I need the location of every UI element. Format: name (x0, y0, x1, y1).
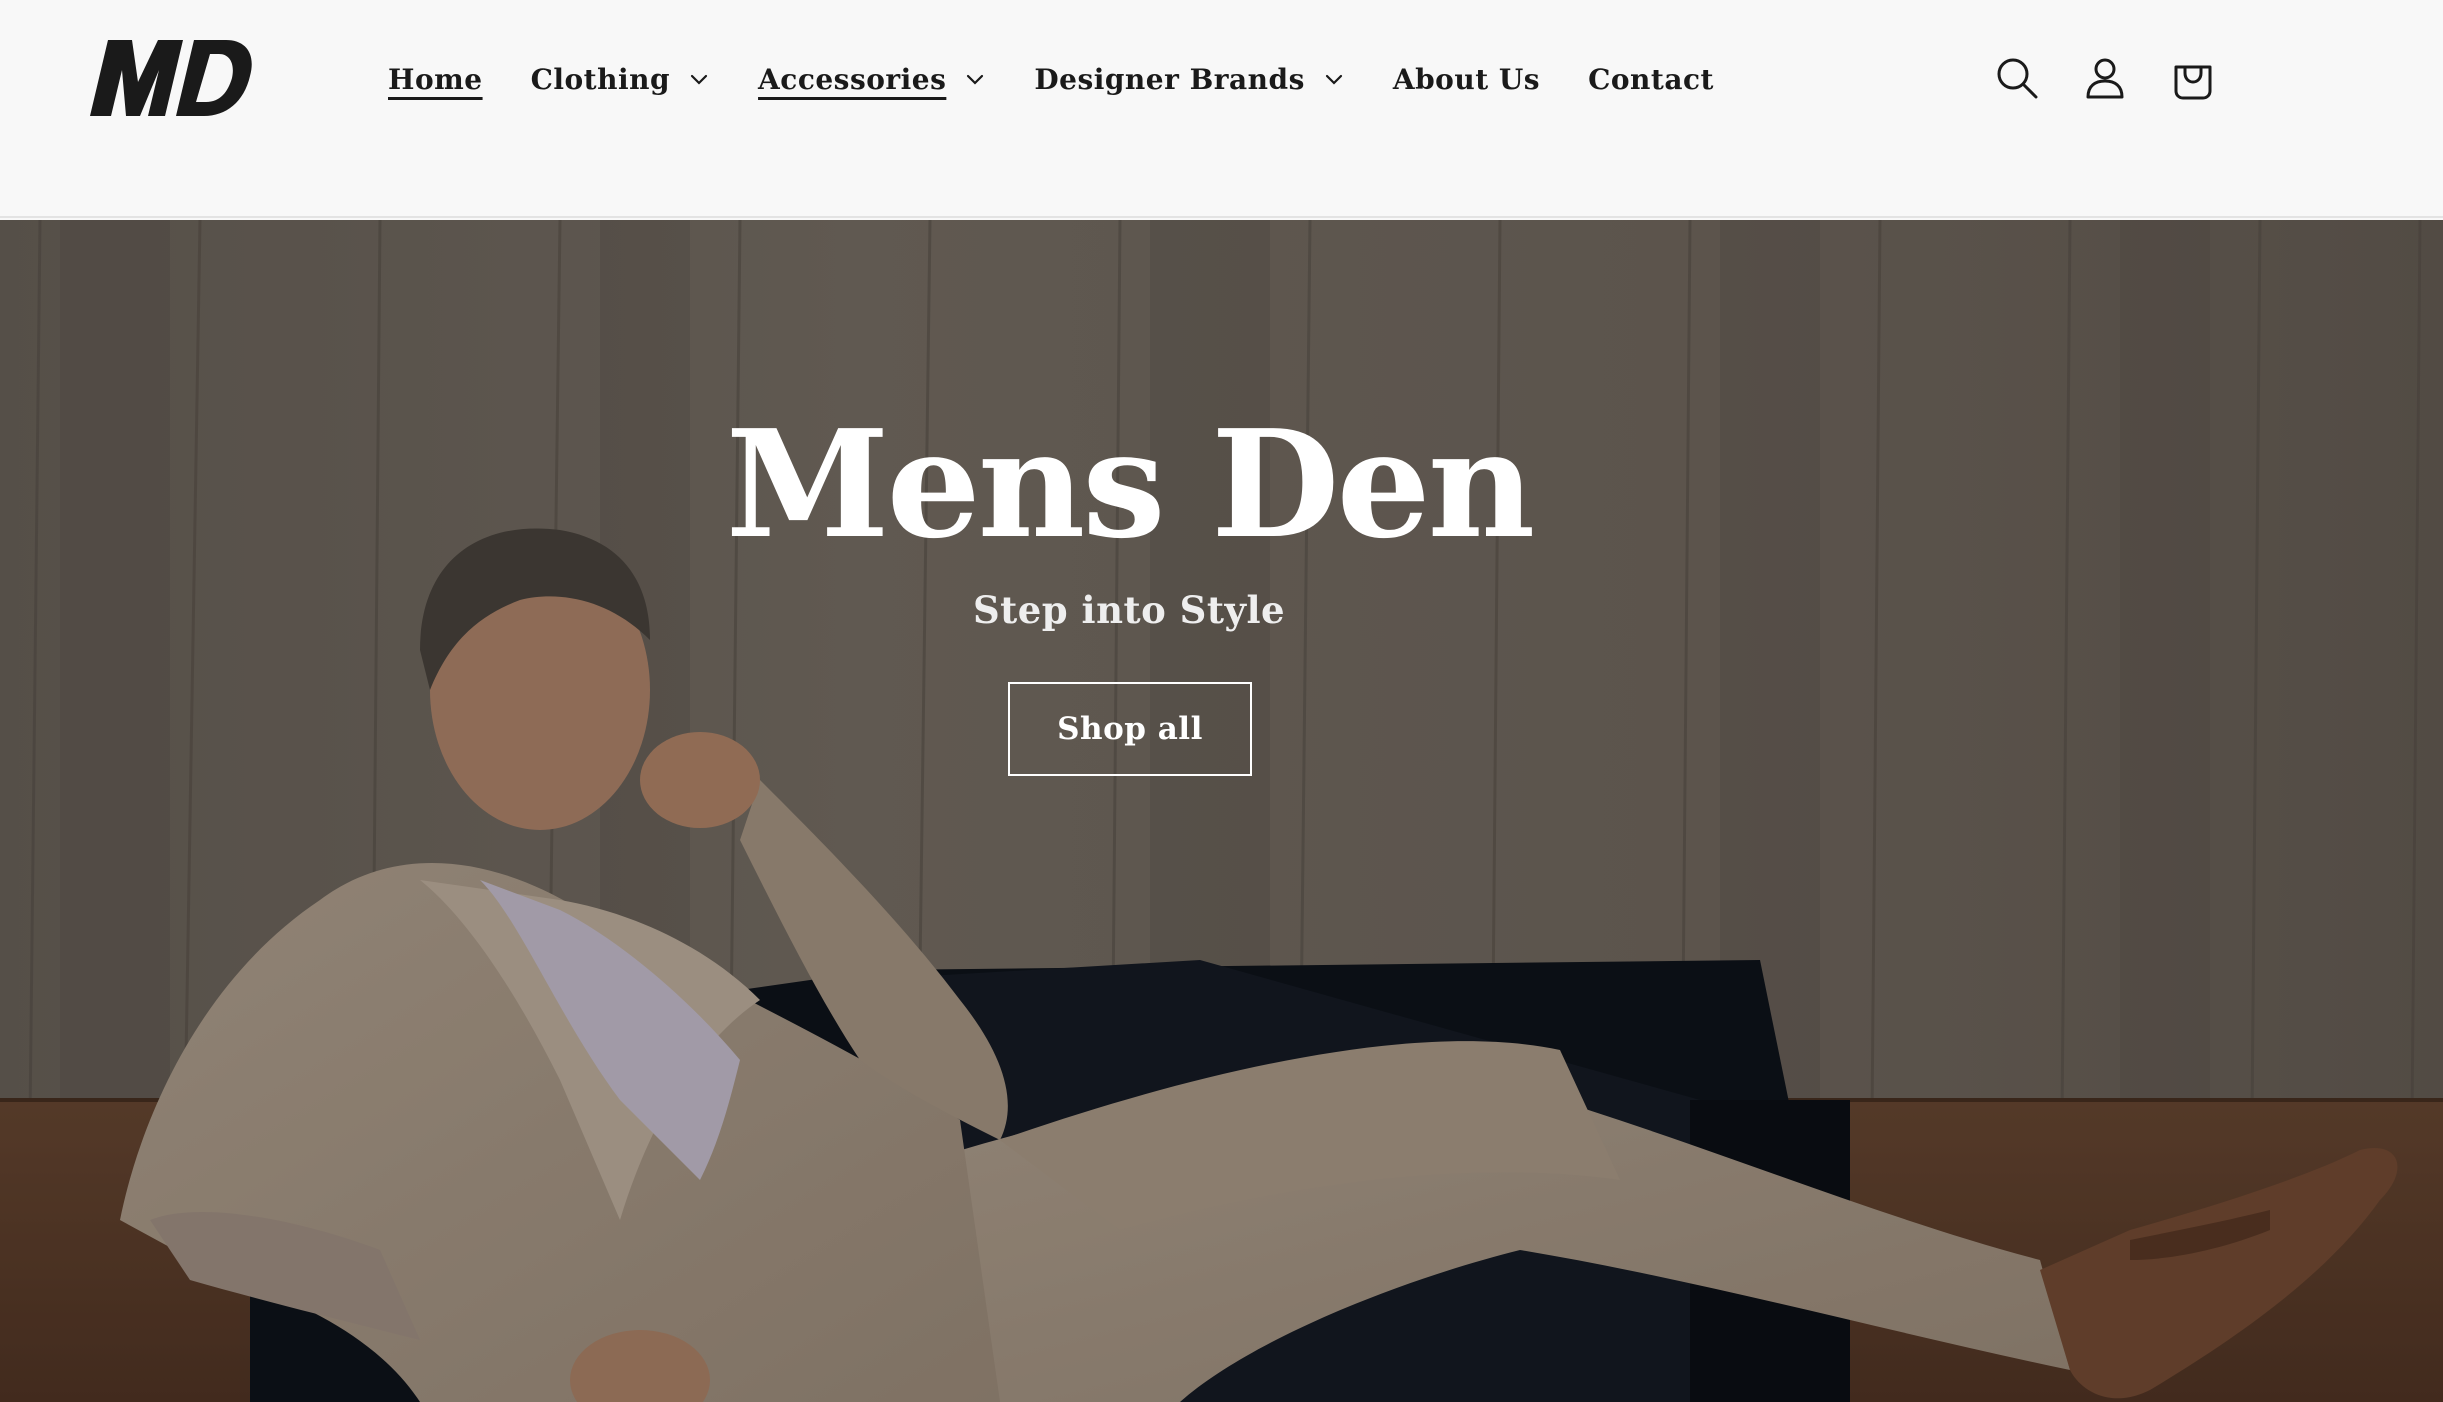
nav-item-contact[interactable]: Contact (1588, 66, 1714, 94)
chevron-down-icon (690, 74, 708, 85)
nav-item-label: Contact (1588, 63, 1714, 96)
account-icon (2086, 58, 2124, 99)
logo[interactable] (88, 34, 254, 120)
nav-item-clothing[interactable]: Clothing (531, 66, 710, 94)
shop-all-button[interactable]: Shop all (1008, 682, 1252, 776)
cart-icon (2174, 65, 2212, 100)
nav-item-home[interactable]: Home (388, 66, 483, 94)
nav-item-label: About Us (1392, 63, 1541, 96)
site-header: Home Clothing Accessories Designer Brand… (0, 0, 2443, 218)
account-button[interactable] (2073, 46, 2137, 110)
search-icon (1997, 58, 2038, 99)
nav-item-label: Home (388, 63, 483, 96)
hero-banner: Mens Den Step into Style Shop all (0, 220, 2443, 1402)
nav-item-accessories[interactable]: Accessories (758, 66, 986, 94)
hero-title: Mens Den (725, 397, 1536, 571)
nav-item-label: Accessories (758, 63, 947, 96)
nav-item-label: Designer Brands (1034, 63, 1305, 96)
main-nav: Home Clothing Accessories Designer Brand… (372, 40, 1714, 120)
nav-item-about-us[interactable]: About Us (1393, 66, 1540, 94)
nav-item-label: Clothing (530, 63, 671, 96)
nav-item-designer-brands[interactable]: Designer Brands (1034, 66, 1345, 94)
hero-subtitle: Step into Style (972, 588, 1286, 632)
chevron-down-icon (967, 74, 984, 85)
chevron-down-icon (1325, 74, 1342, 85)
search-button[interactable] (1985, 46, 2049, 110)
cart-button[interactable] (2161, 46, 2225, 110)
